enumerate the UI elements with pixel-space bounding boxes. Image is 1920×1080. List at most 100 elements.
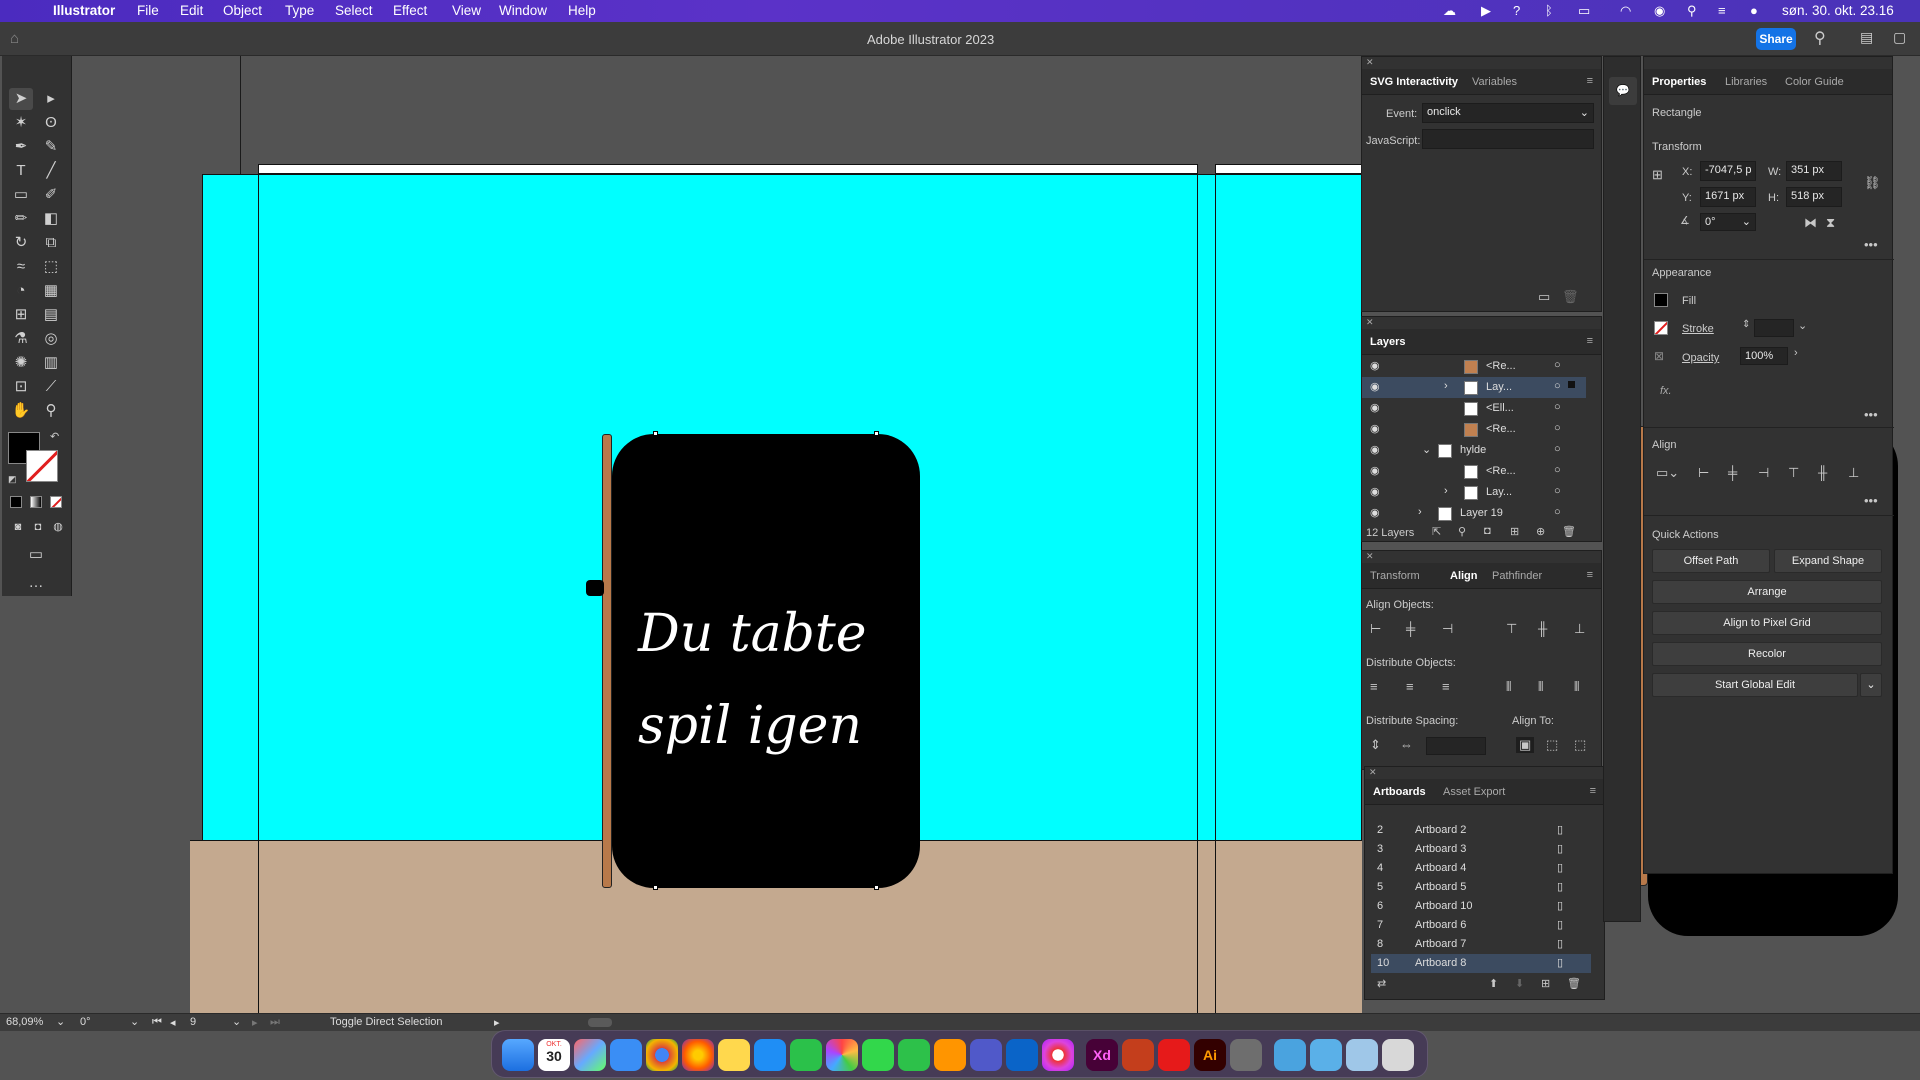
numbers-icon[interactable] [790, 1039, 822, 1071]
draw-inside-icon[interactable]: ◍ [46, 516, 70, 538]
system-settings-icon[interactable] [1230, 1039, 1262, 1071]
eye-icon[interactable]: ◉ [1370, 359, 1380, 372]
layer-name[interactable]: <Re... [1486, 465, 1516, 477]
panel-menu-icon[interactable]: ≡ [1587, 75, 1593, 87]
menu-view[interactable]: View [452, 3, 481, 18]
tab-transform[interactable]: Transform [1370, 570, 1420, 582]
align-left-icon[interactable]: ⊢ [1370, 621, 1381, 637]
rotation-value[interactable]: 0° [80, 1016, 91, 1028]
battery-icon[interactable]: ▭ [1578, 3, 1590, 19]
wifi-icon[interactable]: ◠ [1620, 3, 1631, 19]
javascript-field[interactable] [1422, 129, 1594, 149]
stroke-swatch[interactable] [26, 450, 58, 482]
adobe-xd-icon[interactable]: Xd [1086, 1039, 1118, 1071]
distribute-top-icon[interactable]: ≡ [1370, 679, 1378, 694]
creative-cloud-app-icon[interactable] [1042, 1039, 1074, 1071]
slice-tool-icon[interactable]: ⟋ [39, 376, 63, 398]
new-layer-icon[interactable]: ⊕ [1536, 525, 1545, 538]
graph-tool-icon[interactable]: ▥ [39, 352, 63, 374]
board-knob[interactable] [586, 580, 604, 596]
more-options-icon[interactable]: ••• [1864, 407, 1878, 422]
distribute-bottom-icon[interactable]: ≡ [1442, 679, 1450, 694]
arrange-button[interactable]: Arrange [1652, 580, 1882, 604]
tab-artboards[interactable]: Artboards [1373, 786, 1426, 798]
chevron-right-icon[interactable]: › [1418, 506, 1422, 518]
y-field[interactable]: 1671 px [1700, 187, 1756, 207]
new-artboard-icon[interactable]: ⊞ [1541, 977, 1550, 990]
swap-colors-icon[interactable]: ↶ [50, 430, 59, 443]
chevron-down-icon[interactable]: ⌄ [232, 1015, 241, 1028]
eye-icon[interactable]: ◉ [1370, 401, 1380, 414]
layer-name[interactable]: Lay... [1486, 486, 1512, 498]
align-to-pixel-grid-button[interactable]: Align to Pixel Grid [1652, 611, 1882, 635]
notes-icon[interactable] [718, 1039, 750, 1071]
creative-cloud-icon[interactable]: ☁ [1443, 3, 1456, 19]
artboard-options-icon[interactable]: ▯ [1557, 937, 1563, 950]
comments-icon[interactable]: 💬 [1609, 77, 1637, 105]
paintbrush-tool-icon[interactable]: ✐ [39, 184, 63, 206]
zoom-tool-icon[interactable]: ⚲ [39, 400, 63, 422]
trash-icon[interactable]: 🗑 [1562, 289, 1579, 305]
help-circle-icon[interactable]: ? [1513, 3, 1520, 18]
eyedropper-tool-icon[interactable]: ⚗ [9, 328, 33, 350]
trash-icon[interactable]: 🗑 [1562, 525, 1576, 538]
perspective-grid-tool-icon[interactable]: ▦ [39, 280, 63, 302]
align-left-icon[interactable]: ⊢ [1698, 465, 1709, 481]
chalk-text-line1[interactable]: Du tabte [638, 604, 867, 664]
outlook-icon[interactable] [1006, 1039, 1038, 1071]
last-artboard-icon[interactable]: ⏭ [270, 1016, 280, 1029]
close-icon[interactable]: ✕ [1366, 551, 1374, 562]
tab-layers[interactable]: Layers [1370, 336, 1405, 348]
artboard-row[interactable]: 3 Artboard 3 ▯ [1371, 840, 1591, 859]
artboard-options-icon[interactable]: ▯ [1557, 823, 1563, 836]
share-button[interactable]: Share [1756, 28, 1796, 50]
tab-align[interactable]: Align [1450, 570, 1478, 582]
artboard-number-field[interactable]: 9 [190, 1016, 196, 1028]
align-bottom-icon[interactable]: ⊥ [1574, 621, 1585, 637]
tab-pathfinder[interactable]: Pathfinder [1492, 570, 1542, 582]
direct-selection-tool-icon[interactable]: ▸ [39, 88, 63, 110]
height-field[interactable]: 518 px [1786, 187, 1842, 207]
downloads-folder-icon[interactable] [1274, 1039, 1306, 1071]
align-to-key-object-icon[interactable]: ⬚ [1574, 737, 1586, 753]
target-icon[interactable]: ○ [1554, 380, 1561, 392]
new-sublayer-icon[interactable]: ⊞ [1510, 525, 1519, 538]
artboard-name[interactable]: Artboard 10 [1415, 900, 1472, 912]
pen-tool-icon[interactable]: ✒ [9, 136, 33, 158]
horizontal-spacing-icon[interactable]: ⇔ [1400, 737, 1413, 752]
layer-name[interactable]: Lay... [1486, 381, 1512, 393]
pencil-tool-icon[interactable]: ✏ [9, 208, 33, 230]
tab-asset-export[interactable]: Asset Export [1443, 786, 1505, 798]
eye-icon[interactable]: ◉ [1370, 443, 1380, 456]
bluetooth-icon[interactable]: ᛒ [1545, 3, 1553, 18]
layer-name[interactable]: <Re... [1486, 423, 1516, 435]
free-transform-tool-icon[interactable]: ⬚ [39, 256, 63, 278]
eye-icon[interactable]: ◉ [1370, 380, 1380, 393]
rotate-field[interactable]: 0° ⌄ [1700, 213, 1756, 231]
artboard-options-icon[interactable]: ▯ [1557, 880, 1563, 893]
shape-builder-tool-icon[interactable]: ◔ [9, 280, 33, 302]
zoom-level[interactable]: 68,09% [6, 1016, 43, 1028]
chevron-right-icon[interactable]: › [1444, 380, 1448, 392]
target-icon[interactable]: ○ [1554, 401, 1561, 413]
rearrange-artboards-icon[interactable]: ⇄ [1377, 977, 1386, 990]
layer-row[interactable]: ◉ <Re... ○ [1362, 419, 1586, 440]
tab-properties[interactable]: Properties [1652, 76, 1706, 88]
trash-icon[interactable] [1382, 1039, 1414, 1071]
target-icon[interactable]: ○ [1554, 464, 1561, 476]
layer-row[interactable]: ◉ <Re... ○ [1362, 356, 1586, 377]
chevron-down-icon[interactable]: ⌄ [56, 1015, 65, 1028]
align-to-dropdown-icon[interactable]: ▭⌄ [1656, 465, 1679, 481]
panel-toggle-icon[interactable]: ▢ [1893, 29, 1906, 46]
line-tool-icon[interactable]: ╱ [39, 160, 63, 182]
artboard-row[interactable]: 2 Artboard 2 ▯ [1371, 821, 1591, 840]
powerpoint-icon[interactable] [1122, 1039, 1154, 1071]
x-field[interactable]: -7047,5 p [1700, 161, 1756, 181]
default-colors-icon[interactable]: ◩ [8, 474, 17, 485]
align-top-icon[interactable]: ⊤ [1788, 465, 1799, 481]
safari-icon[interactable] [754, 1039, 786, 1071]
search-icon[interactable]: ⚲ [1814, 28, 1826, 48]
menu-object[interactable]: Object [223, 3, 262, 18]
chevron-down-icon[interactable]: ⌄ [1422, 443, 1431, 456]
screenshot-folder-icon[interactable] [1310, 1039, 1342, 1071]
